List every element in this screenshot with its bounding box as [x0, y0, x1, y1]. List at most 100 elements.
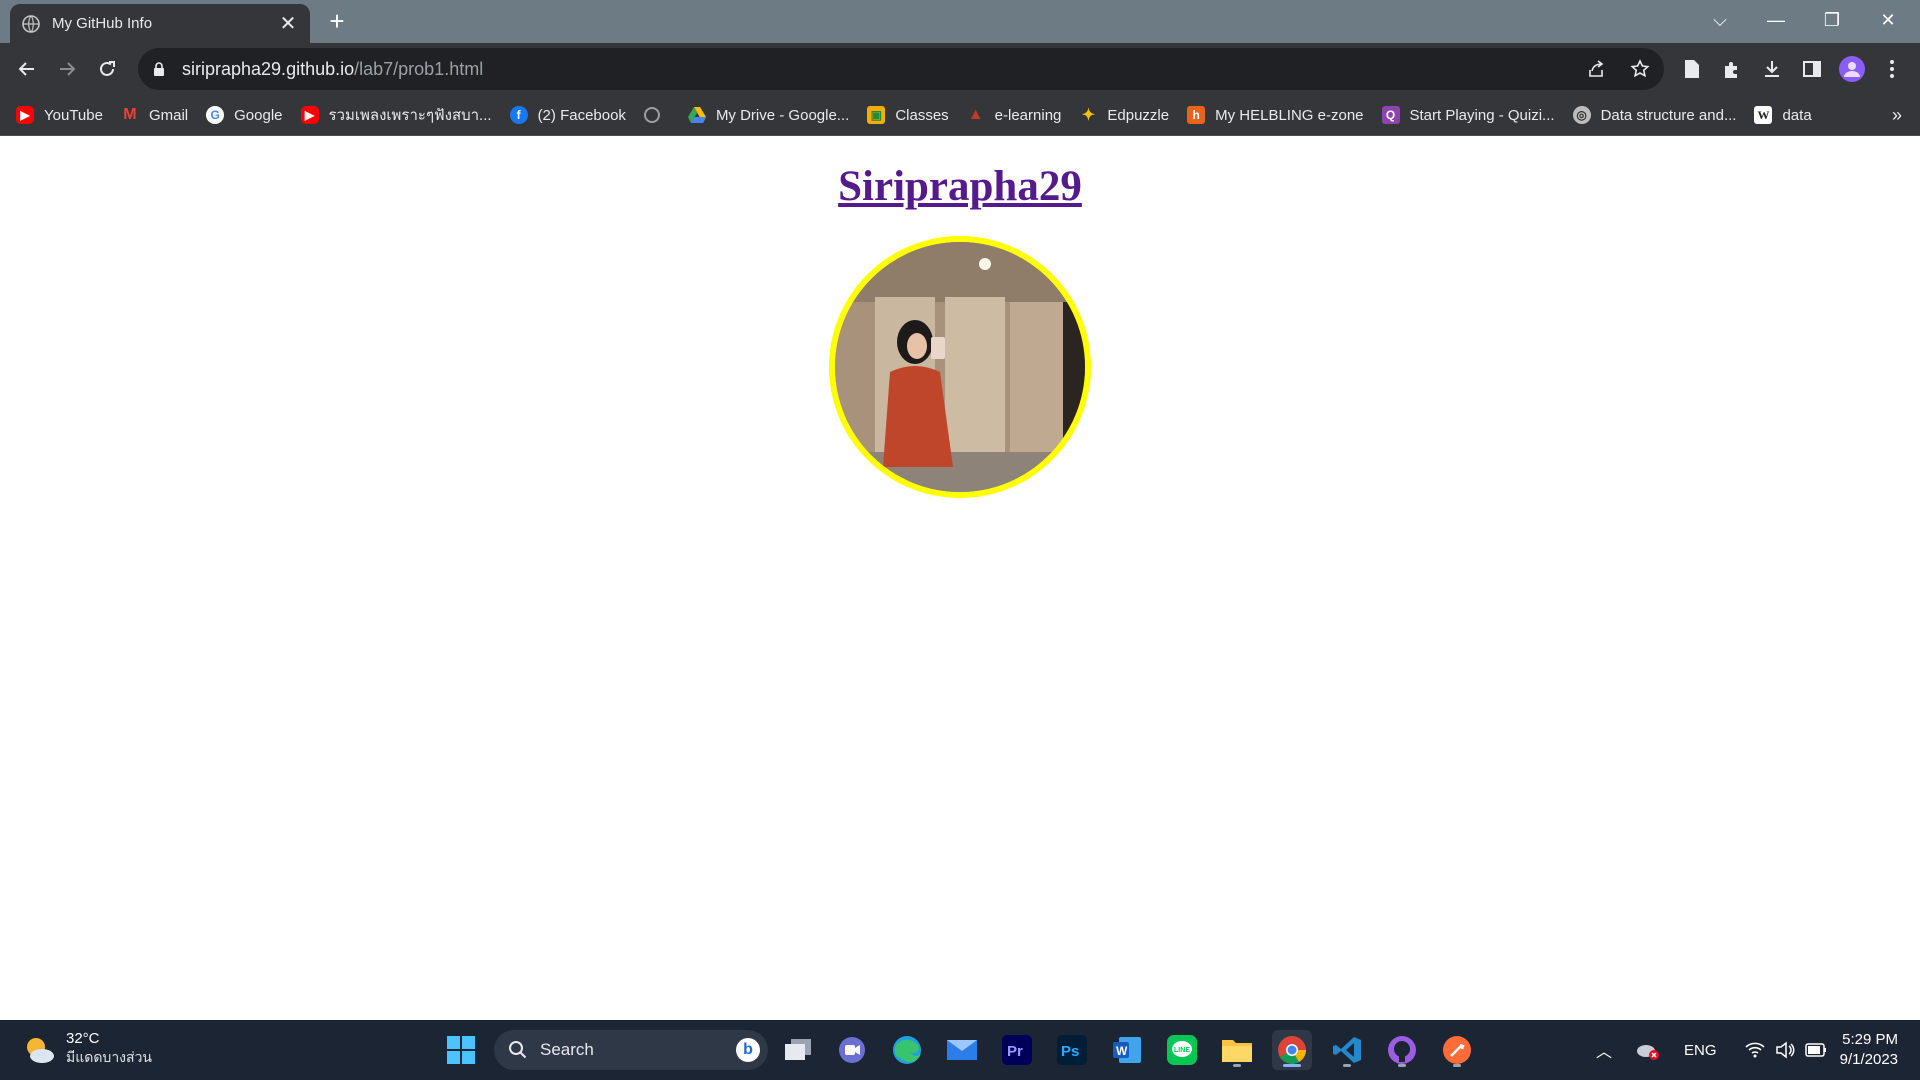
mail-icon	[947, 1040, 977, 1060]
running-indicator	[1283, 1064, 1301, 1067]
onedrive-error-icon[interactable]	[1636, 1040, 1660, 1060]
address-bar[interactable]: siripraphа29.github.io/lab7/prob1.html	[138, 48, 1664, 90]
volume-icon[interactable]	[1775, 1041, 1795, 1059]
download-icon[interactable]	[1756, 53, 1788, 85]
share-icon[interactable]	[1586, 59, 1606, 79]
bookmark-data-structure[interactable]: ◎ Data structure and...	[1572, 106, 1737, 124]
bookmark-google[interactable]: G Google	[206, 106, 283, 124]
reload-button[interactable]	[91, 53, 123, 85]
line-app[interactable]: LINE	[1162, 1030, 1202, 1070]
bookmark-label: My HELBLING e-zone	[1215, 106, 1364, 124]
reading-list-icon[interactable]	[1676, 53, 1708, 85]
clock-time: 5:29 PM	[1842, 1031, 1898, 1048]
profile-photo	[835, 242, 1085, 492]
system-tray: ︿ ENG	[1596, 1020, 1827, 1080]
chevron-up-icon[interactable]: ︿	[1596, 1038, 1612, 1062]
bookmark-facebook[interactable]: f (2) Facebook	[509, 106, 626, 124]
bookmark-data[interactable]: Wdata	[1754, 106, 1812, 124]
bookmarks-bar: ▶ YouTube M Gmail G Google ▶ รวมเพลงเพราะๆฟั…	[0, 95, 1920, 136]
bookmark-quizizz[interactable]: Q Start Playing - Quizi...	[1381, 106, 1555, 124]
bookmark-google-drive[interactable]: My Drive - Google...	[687, 106, 849, 124]
youtube-icon: ▶	[16, 106, 34, 124]
bookmark-label: Data structure and...	[1600, 106, 1737, 124]
vscode-app[interactable]	[1327, 1030, 1367, 1070]
bookmark-e-learning[interactable]: ▲ e-learning	[967, 106, 1062, 124]
chrome-app[interactable]	[1272, 1030, 1312, 1070]
new-tab-button[interactable]: +	[322, 6, 352, 36]
wifi-icon[interactable]	[1744, 1042, 1765, 1058]
windows-taskbar: 32°C มีแดดบางส่วน Search b Pr Ps W LINE	[0, 1020, 1920, 1080]
chrome-icon	[1278, 1036, 1306, 1064]
weather-temperature: 32°C	[66, 1030, 100, 1047]
bookmark-label: Start Playing - Quizi...	[1409, 106, 1555, 124]
more-menu-icon[interactable]	[1876, 53, 1908, 85]
bing-icon[interactable]: b	[736, 1038, 760, 1062]
browser-tab[interactable]: My GitHub Info ✕	[10, 4, 310, 43]
bookmark-label: Google	[234, 106, 283, 124]
star-bookmark-icon[interactable]	[1630, 59, 1650, 79]
bookmark-edpuzzle[interactable]: ✦ Edpuzzle	[1079, 106, 1170, 125]
helbling-icon: h	[1187, 106, 1206, 124]
github-username-link[interactable]: Siripraphа29	[838, 163, 1082, 210]
start-button[interactable]	[441, 1030, 481, 1070]
bookmark-classes[interactable]: ▣ Classes	[867, 106, 949, 124]
gmail-icon: M	[123, 106, 137, 123]
system-clock[interactable]: 5:29 PM 9/1/2023	[1840, 1030, 1898, 1070]
folder-icon	[1222, 1040, 1252, 1062]
premiere-pro-app[interactable]: Pr	[997, 1030, 1037, 1070]
profile-avatar-icon[interactable]	[1836, 53, 1868, 85]
weather-widget[interactable]: 32°C มีแดดบางส่วน	[22, 1030, 152, 1069]
globe-icon	[643, 107, 660, 123]
github-desktop-app[interactable]	[1382, 1030, 1422, 1070]
running-indicator	[1343, 1064, 1351, 1067]
postman-app[interactable]	[1437, 1030, 1477, 1070]
bookmark-youtube-playlist[interactable]: ▶ รวมเพลงเพราะๆฟังสบา...	[300, 103, 492, 127]
back-button[interactable]	[11, 53, 43, 85]
search-placeholder: Search	[540, 1040, 594, 1059]
bookmark-gmail[interactable]: M Gmail	[121, 106, 188, 124]
teams-chat-app[interactable]	[832, 1030, 872, 1070]
restore-button[interactable]: ❐	[1804, 0, 1860, 40]
back-arrow-icon	[18, 62, 34, 76]
close-tab-icon[interactable]: ✕	[278, 11, 298, 36]
svg-text:Pr: Pr	[1007, 1043, 1023, 1060]
forward-arrow-icon	[60, 62, 76, 76]
bookmark-label: Edpuzzle	[1107, 106, 1170, 124]
page-heading: Siripraphа29	[0, 162, 1920, 211]
line-icon: LINE	[1167, 1035, 1197, 1065]
photoshop-icon: Ps	[1057, 1035, 1087, 1065]
side-panel-icon[interactable]	[1796, 53, 1828, 85]
bookmark-label: (2) Facebook	[537, 106, 626, 124]
close-window-button[interactable]: ✕	[1860, 0, 1916, 40]
youtube-icon: ▶	[300, 106, 319, 124]
taskbar-search[interactable]: Search b	[494, 1030, 768, 1070]
bookmark-globe[interactable]	[643, 107, 670, 123]
premiere-pro-icon: Pr	[1002, 1035, 1032, 1065]
facebook-icon: f	[509, 106, 528, 124]
weather-description: มีแดดบางส่วน	[66, 1049, 152, 1065]
edge-app[interactable]	[887, 1030, 927, 1070]
word-app[interactable]: W	[1107, 1030, 1147, 1070]
tab-strip: My GitHub Info ✕ + ⌵ — ❐ ✕	[0, 0, 1920, 43]
browser-toolbar: siripraphа29.github.io/lab7/prob1.html	[0, 43, 1920, 95]
google-drive-icon	[687, 106, 706, 124]
language-indicator[interactable]: ENG	[1684, 1042, 1717, 1059]
battery-icon[interactable]	[1804, 1043, 1827, 1057]
file-explorer-app[interactable]	[1217, 1030, 1257, 1070]
extensions-icon[interactable]	[1716, 53, 1748, 85]
bookmark-label: YouTube	[44, 106, 103, 124]
bookmark-label: Gmail	[148, 106, 189, 124]
svg-text:W: W	[1116, 1044, 1128, 1058]
bookmark-helbling[interactable]: h My HELBLING e-zone	[1187, 106, 1364, 124]
bookmark-label: data	[1782, 106, 1812, 124]
mail-app[interactable]	[942, 1030, 982, 1070]
bookmarks-overflow-button[interactable]: »	[1892, 95, 1902, 136]
quizizz-icon: Q	[1381, 106, 1400, 124]
photoshop-app[interactable]: Ps	[1052, 1030, 1092, 1070]
minimize-button[interactable]: —	[1748, 0, 1804, 40]
tab-search-icon[interactable]: ⌵	[1692, 0, 1748, 40]
bookmark-youtube[interactable]: ▶ YouTube	[16, 106, 103, 124]
task-view-button[interactable]	[778, 1030, 818, 1070]
wikipedia-icon: W	[1754, 106, 1773, 124]
forward-button[interactable]	[51, 53, 83, 85]
